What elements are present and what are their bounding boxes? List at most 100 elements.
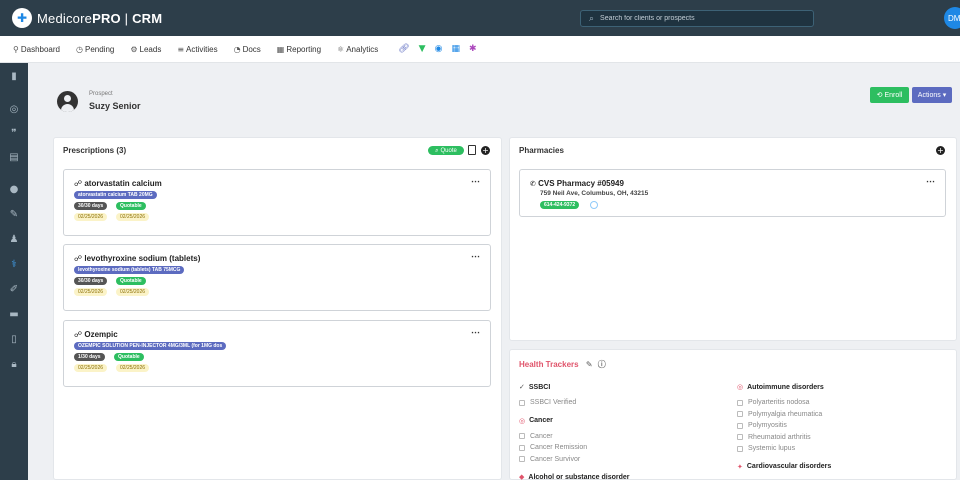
pills-icon[interactable]: ⚕: [7, 258, 21, 272]
tracker-checkbox-item[interactable]: SSBCI Verified: [519, 399, 576, 406]
checkbox-label: Rheumatoid arthritis: [748, 433, 811, 441]
app-logo[interactable]: ✚ MedicorePRO | CRM: [12, 8, 162, 28]
nav-label: Activities: [186, 44, 218, 54]
checkbox[interactable]: [737, 434, 743, 440]
category-icon: ◎: [519, 416, 526, 425]
drug-detail-badge: atorvastatin calcium TAB 20MG: [74, 191, 157, 199]
nav-reporting[interactable]: ▦ Reporting: [277, 45, 321, 54]
more-icon[interactable]: ⋯: [926, 176, 935, 187]
status-badge: Quotable: [116, 202, 146, 210]
edit-note-icon[interactable]: ✎: [7, 208, 21, 222]
nav-leads[interactable]: ⚙ Leads: [130, 45, 161, 54]
people-icon[interactable]: ♟: [7, 233, 21, 247]
calendar-icon[interactable]: ▦: [451, 44, 460, 54]
info-icon[interactable]: ⓘ: [598, 360, 606, 369]
calculator-icon[interactable]: [468, 145, 476, 155]
nav-dashboard[interactable]: ⚲ Dashboard: [13, 45, 60, 54]
nav-docs[interactable]: ◔ Docs: [234, 45, 261, 54]
pharmacies-panel: [509, 137, 957, 341]
logo-crm: CRM: [132, 10, 163, 26]
user-avatar[interactable]: DM: [944, 7, 960, 29]
tracker-checkbox-item[interactable]: Polymyalgia rheumatica: [737, 411, 822, 418]
lock-icon[interactable]: 🔒︎: [7, 358, 21, 372]
pharmacy-title: ✆ CVS Pharmacy #05949: [530, 179, 624, 188]
pharmacy-card[interactable]: ✆ CVS Pharmacy #05949 759 Neil Ave, Colu…: [519, 169, 946, 217]
checkbox[interactable]: [519, 456, 525, 462]
add-pharmacy-icon[interactable]: +: [936, 146, 945, 155]
nav-pending[interactable]: ◷ Pending: [76, 45, 114, 54]
global-search[interactable]: ⌕: [580, 10, 814, 27]
quote-label: Quote: [440, 147, 457, 154]
filter-icon[interactable]: ▼: [419, 44, 426, 54]
nav-label: Reporting: [286, 44, 322, 54]
prescription-card[interactable]: ☍ atorvastatin calcium ⋯ atorvastatin ca…: [63, 169, 491, 236]
document-icon[interactable]: ▤: [7, 151, 21, 165]
nav-activities[interactable]: ≡ Activities: [177, 45, 217, 54]
tracker-checkbox-item[interactable]: Cancer Survivor: [519, 456, 580, 463]
tracker-checkbox-item[interactable]: Cancer: [519, 433, 553, 440]
link-icon[interactable]: 🔗︎: [398, 44, 409, 54]
category-icon: ✦: [737, 462, 743, 471]
tracker-checkbox-item[interactable]: Systemic lupus: [737, 445, 795, 452]
more-icon[interactable]: ⋯: [471, 327, 480, 338]
checkbox-label: Cancer Survivor: [530, 455, 581, 463]
category-heading: SSBCI: [528, 383, 551, 391]
prescriptions-title: Prescriptions (3): [63, 146, 127, 155]
nav-analytics[interactable]: ⚛ Analytics: [337, 45, 378, 54]
nav-label: Pending: [84, 44, 115, 54]
checkbox[interactable]: [519, 444, 525, 451]
settings-icon[interactable]: ◉: [435, 44, 443, 54]
checkbox[interactable]: [519, 399, 525, 406]
supply-badge: 30/30 days: [74, 277, 108, 285]
pills-icon: ☍: [74, 179, 83, 188]
globe-icon[interactable]: ◎: [7, 103, 21, 117]
checkbox[interactable]: [737, 411, 743, 417]
card-icon[interactable]: ▬: [7, 308, 21, 322]
supply-badge: 30/30 days: [74, 202, 108, 210]
pharmacy-icon: ✆: [530, 180, 536, 188]
checkbox-label: SSBCI Verified: [530, 399, 577, 406]
file-icon[interactable]: ▯: [7, 333, 21, 347]
person-icon[interactable]: ●: [7, 183, 21, 197]
end-date-badge: 02/25/2026: [116, 364, 150, 372]
checkbox[interactable]: [737, 422, 743, 429]
edit-icon[interactable]: ✎: [586, 360, 593, 369]
tracker-checkbox-item[interactable]: Polymyositis: [737, 422, 787, 429]
rx-name: atorvastatin calcium: [84, 179, 162, 188]
status-badge: Quotable: [116, 277, 146, 285]
pills-icon: ☍: [74, 254, 83, 263]
checkbox[interactable]: [737, 399, 743, 406]
search-icon: ⌕: [589, 13, 595, 24]
chevron-down-icon: ▾: [942, 92, 947, 99]
info-icon[interactable]: [590, 201, 598, 209]
enroll-button[interactable]: ⟲ Enroll: [870, 87, 909, 103]
pen-icon[interactable]: ✐: [7, 283, 21, 297]
search-input[interactable]: [600, 15, 801, 22]
more-icon[interactable]: ⋯: [471, 176, 480, 187]
quote-icon[interactable]: ❞: [7, 127, 21, 141]
prescription-card[interactable]: ☍ levothyroxine sodium (tablets) ⋯ levot…: [63, 244, 491, 311]
actions-button[interactable]: Actions ▾: [912, 87, 952, 103]
pills-icon: ☍: [74, 330, 83, 339]
checkbox[interactable]: [519, 433, 525, 439]
status-badge: Quotable: [114, 353, 144, 361]
tracker-checkbox-item[interactable]: Cancer Remission: [519, 444, 587, 451]
quote-button[interactable]: ⌕ Quote: [428, 146, 464, 155]
checkbox[interactable]: [737, 445, 743, 452]
tracker-checkbox-item[interactable]: Rheumatoid arthritis: [737, 434, 811, 441]
health-trackers-title: Health Trackers ✎ ⓘ: [519, 359, 606, 370]
more-icon[interactable]: ⋯: [471, 251, 480, 262]
add-prescription-icon[interactable]: +: [481, 146, 490, 155]
nav-label: Analytics: [346, 44, 379, 54]
nav-label: Leads: [139, 44, 162, 54]
top-bar: ✚ MedicorePRO | CRM ⌕ DM: [0, 0, 960, 36]
drug-detail-badge: OZEMPIC SOLUTION PEN-INJECTOR 4MG/3ML (f…: [74, 342, 227, 350]
star-icon[interactable]: ✱: [469, 44, 477, 54]
tracker-checkbox-item[interactable]: Polyarteritis nodosa: [737, 399, 809, 406]
phone-icon[interactable]: ▮: [7, 70, 21, 84]
search-icon: ⌕: [435, 146, 439, 154]
tracker-category: ✦ Cardiovascular disorders: [737, 463, 831, 471]
end-date-badge: 02/25/2026: [116, 288, 150, 296]
prescription-card[interactable]: ☍ Ozempic ⋯ OZEMPIC SOLUTION PEN-INJECTO…: [63, 320, 491, 387]
category-heading: Alcohol or substance disorder: [528, 473, 630, 480]
